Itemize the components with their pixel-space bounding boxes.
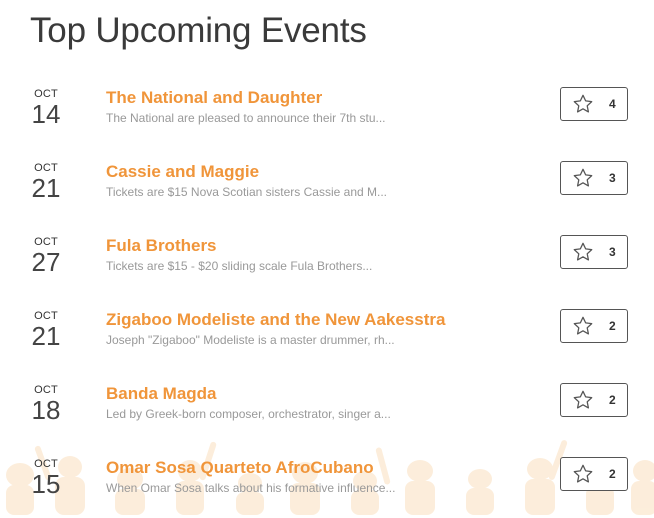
favorite-button[interactable]: 2 <box>560 457 628 491</box>
favorite-count: 2 <box>609 393 616 407</box>
event-description: Led by Greek-born composer, orchestrator… <box>106 407 391 421</box>
event-day: 21 <box>31 321 61 351</box>
star-outline-icon <box>573 390 593 409</box>
favorite-count: 3 <box>609 171 616 185</box>
event-description: Tickets are $15 Nova Scotian sisters Cas… <box>106 185 388 199</box>
event-description: The National are pleased to announce the… <box>106 111 386 125</box>
event-title-link[interactable]: Banda Magda <box>106 384 536 404</box>
star-outline-icon <box>573 316 593 335</box>
event-date: OCT 15 <box>30 458 62 497</box>
favorite-count: 2 <box>609 467 616 481</box>
event-description: When Omar Sosa talks about his formative… <box>106 481 396 495</box>
event-title-link[interactable]: Fula Brothers <box>106 236 536 256</box>
star-outline-icon <box>573 168 593 187</box>
event-title-link[interactable]: Cassie and Maggie <box>106 162 536 182</box>
event-row: OCT 27 Fula Brothers Tickets are $15 - $… <box>0 222 654 296</box>
event-day: 21 <box>31 173 61 203</box>
event-date: OCT 18 <box>30 384 62 423</box>
event-row: OCT 21 Cassie and Maggie Tickets are $15… <box>0 148 654 222</box>
star-outline-icon <box>573 94 593 113</box>
event-row: OCT 15 Omar Sosa Quarteto AfroCubano Whe… <box>0 444 654 518</box>
event-info: Omar Sosa Quarteto AfroCubano When Omar … <box>106 458 536 495</box>
favorite-button[interactable]: 2 <box>560 383 628 417</box>
event-day: 27 <box>31 247 61 277</box>
event-day: 15 <box>31 469 61 499</box>
event-day: 18 <box>31 395 61 425</box>
star-outline-icon <box>573 242 593 261</box>
favorite-count: 4 <box>609 97 616 111</box>
star-outline-icon <box>573 464 593 483</box>
event-date: OCT 21 <box>30 310 62 349</box>
favorite-button[interactable]: 4 <box>560 87 628 121</box>
favorite-count: 2 <box>609 319 616 333</box>
event-title-link[interactable]: Zigaboo Modeliste and the New Aakesstra <box>106 310 536 330</box>
favorite-button[interactable]: 2 <box>560 309 628 343</box>
event-row: OCT 18 Banda Magda Led by Greek-born com… <box>0 370 654 444</box>
event-day: 14 <box>31 99 61 129</box>
event-title-link[interactable]: The National and Daughter <box>106 88 536 108</box>
event-row: OCT 21 Zigaboo Modeliste and the New Aak… <box>0 296 654 370</box>
event-date: OCT 27 <box>30 236 62 275</box>
page-title: Top Upcoming Events <box>30 11 367 50</box>
event-description: Joseph "Zigaboo" Modeliste is a master d… <box>106 333 395 347</box>
favorite-button[interactable]: 3 <box>560 235 628 269</box>
favorite-count: 3 <box>609 245 616 259</box>
favorite-button[interactable]: 3 <box>560 161 628 195</box>
event-info: Fula Brothers Tickets are $15 - $20 slid… <box>106 236 536 273</box>
event-date: OCT 14 <box>30 88 62 127</box>
event-description: Tickets are $15 - $20 sliding scale Fula… <box>106 259 373 273</box>
event-info: Cassie and Maggie Tickets are $15 Nova S… <box>106 162 536 199</box>
event-info: Banda Magda Led by Greek-born composer, … <box>106 384 536 421</box>
event-info: Zigaboo Modeliste and the New Aakesstra … <box>106 310 536 347</box>
event-row: OCT 14 The National and Daughter The Nat… <box>0 74 654 148</box>
event-list: OCT 14 The National and Daughter The Nat… <box>0 74 654 518</box>
event-date: OCT 21 <box>30 162 62 201</box>
event-title-link[interactable]: Omar Sosa Quarteto AfroCubano <box>106 458 536 478</box>
event-info: The National and Daughter The National a… <box>106 88 536 125</box>
